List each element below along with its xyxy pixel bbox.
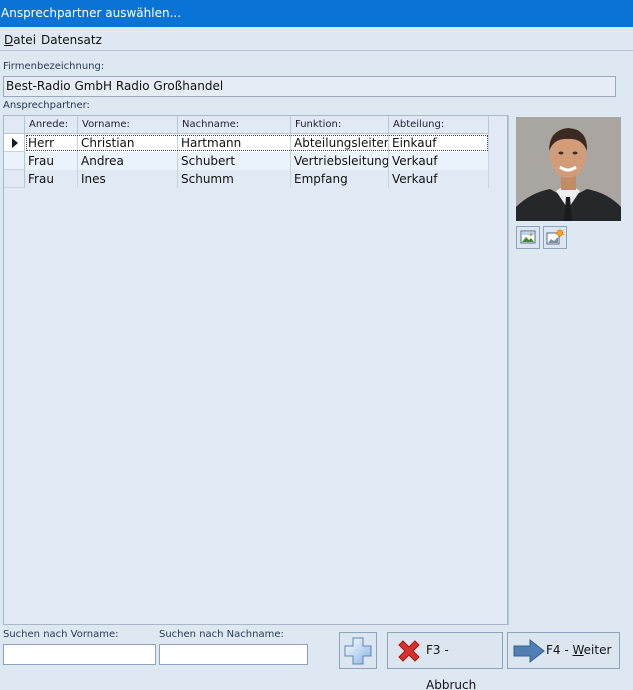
cell-nachname: Schubert — [178, 152, 291, 170]
photo-panel — [508, 115, 625, 625]
cell-funktion: Abteilungsleiter — [291, 134, 389, 152]
cell-abteilung: Verkauf — [389, 152, 489, 170]
search-first-name-input[interactable] — [3, 644, 156, 665]
cell-vorname: Ines — [78, 170, 178, 188]
image-edit-icon — [546, 228, 565, 245]
menu-datensatz-label: Datensatz — [41, 33, 102, 47]
menu-datei-label: atei — [13, 33, 37, 47]
contacts-grid[interactable]: Anrede: Vorname: Nachname: Funktion: Abt… — [3, 115, 508, 625]
current-row-icon — [12, 138, 18, 148]
plus-icon — [344, 637, 372, 665]
menu-bar: Datei Datensatz — [0, 29, 633, 51]
company-field: Best-Radio GmbH Radio Großhandel — [3, 76, 616, 97]
header-abteilung[interactable]: Abteilung: — [389, 116, 489, 134]
window-title: Ansprechpartner auswählen... — [0, 0, 633, 27]
header-funktion[interactable]: Funktion: — [291, 116, 389, 134]
search-last-name-label: Suchen nach Nachname: — [159, 629, 284, 640]
row-indicator — [4, 170, 25, 188]
row-indicator — [4, 152, 25, 170]
menu-datensatz[interactable]: Datensatz — [41, 33, 102, 47]
grid-header: Anrede: Vorname: Nachname: Funktion: Abt… — [4, 116, 489, 134]
search-last-name-input[interactable] — [159, 644, 308, 665]
menu-datei[interactable]: Datei — [4, 33, 36, 47]
next-button-label: F4 - Weiter — [546, 643, 612, 657]
cell-abteilung: Verkauf — [389, 170, 489, 188]
header-indicator-cell — [4, 116, 25, 134]
menu-datei-mnemonic: D — [4, 33, 14, 47]
cell-anrede: Frau — [25, 170, 78, 188]
cell-nachname: Schumm — [178, 170, 291, 188]
arrow-right-icon — [513, 638, 545, 664]
contact-photo-image — [516, 117, 621, 221]
table-row[interactable]: Frau Ines Schumm Empfang Verkauf — [4, 170, 489, 188]
cell-nachname: Hartmann — [178, 134, 291, 152]
photo-edit-button[interactable] — [543, 226, 567, 249]
red-x-icon — [398, 640, 420, 662]
header-anrede[interactable]: Anrede: — [25, 116, 78, 134]
add-button[interactable] — [339, 632, 377, 669]
company-label: Firmenbezeichnung: — [3, 61, 105, 72]
cell-vorname: Christian — [78, 134, 178, 152]
cell-anrede: Herr — [25, 134, 78, 152]
table-row[interactable]: Herr Christian Hartmann Abteilungsleiter… — [4, 134, 489, 152]
cancel-button[interactable]: F3 - Abbruch — [387, 632, 503, 690]
cell-funktion: Vertriebsleitung — [291, 152, 389, 170]
row-indicator — [4, 134, 25, 152]
contact-photo — [516, 117, 621, 221]
search-first-name-label: Suchen nach Vorname: — [3, 629, 119, 640]
next-button[interactable]: F4 - Weiter — [507, 632, 620, 669]
cell-abteilung: Einkauf — [389, 134, 489, 152]
cancel-button-label: F3 - Abbruch — [426, 643, 477, 690]
header-vorname[interactable]: Vorname: — [78, 116, 178, 134]
cell-anrede: Frau — [25, 152, 78, 170]
cell-vorname: Andrea — [78, 152, 178, 170]
table-row[interactable]: Frau Andrea Schubert Vertriebsleitung Ve… — [4, 152, 489, 170]
header-nachname[interactable]: Nachname: — [178, 116, 291, 134]
contacts-label: Ansprechpartner: — [3, 100, 90, 111]
cell-funktion: Empfang — [291, 170, 389, 188]
photo-load-button[interactable] — [516, 226, 540, 249]
image-load-icon — [520, 230, 536, 244]
